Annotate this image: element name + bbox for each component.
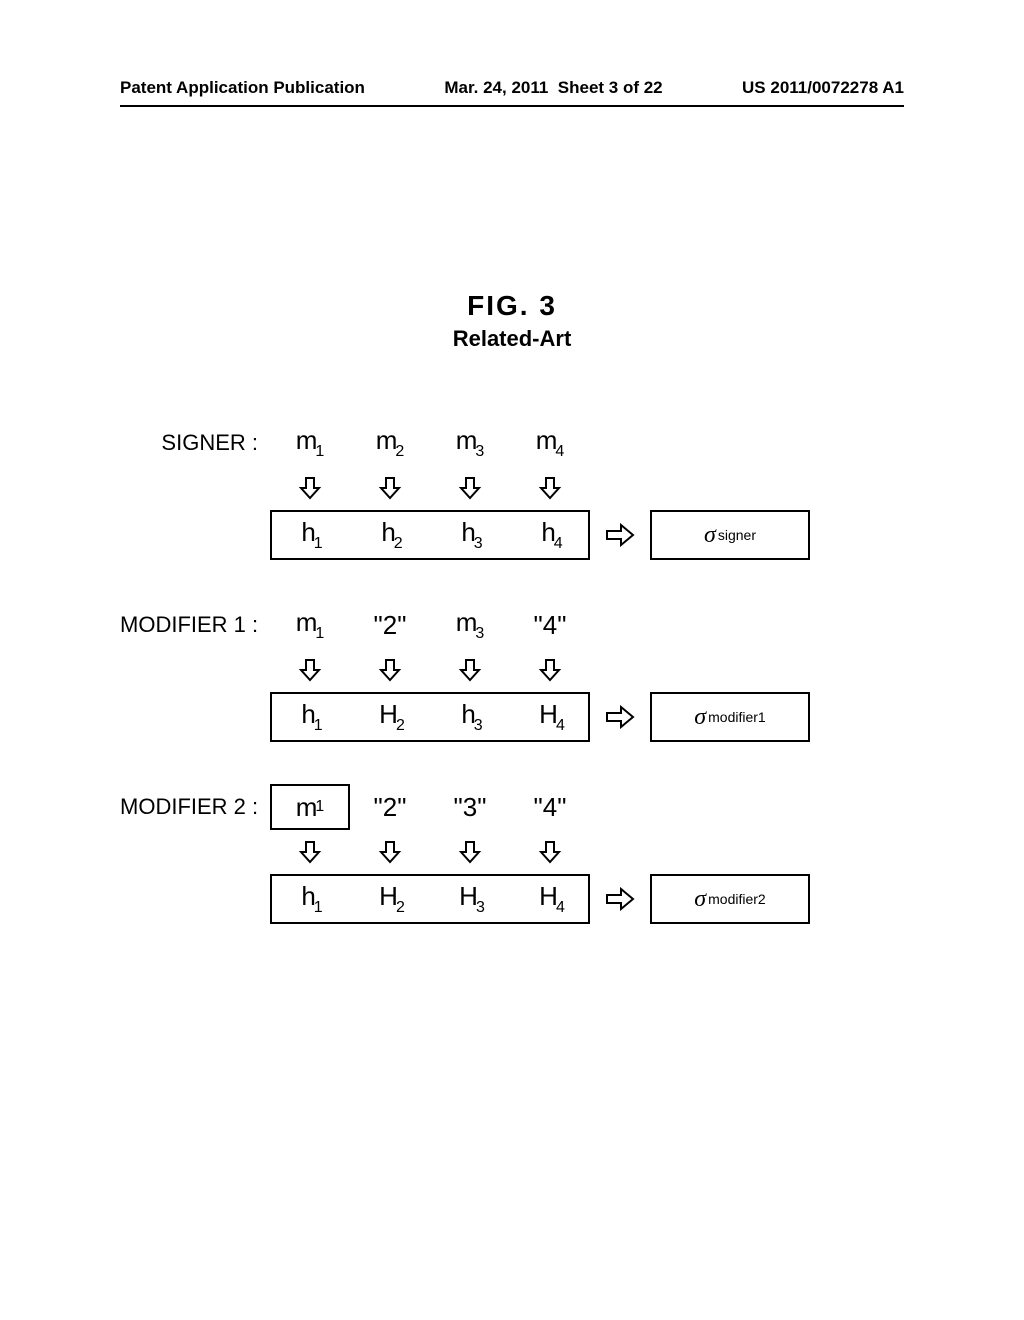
h3: h3: [432, 517, 512, 552]
arrow-down-icon: [430, 839, 510, 865]
sigma-mod1: σmodifier1: [650, 692, 810, 742]
arrow-down-icon: [510, 839, 590, 865]
header-left: Patent Application Publication: [120, 78, 365, 98]
mod1-m1: m1: [270, 607, 350, 642]
mod1-m3: m3: [430, 607, 510, 642]
arrow-right-icon: [590, 522, 650, 548]
header-center: Mar. 24, 2011 Sheet 3 of 22: [444, 78, 662, 98]
mod1-H4: H4: [512, 699, 592, 734]
arrow-right-icon: [590, 704, 650, 730]
mod2-q3: "3": [430, 792, 510, 823]
mod2-H2: H2: [352, 881, 432, 916]
signer-hash-row: h1 h2 h3 h4 σsigner: [120, 510, 910, 560]
sigma-mod2: σmodifier2: [650, 874, 810, 924]
m4: m4: [510, 425, 590, 460]
m1: m1: [270, 425, 350, 460]
arrow-down-icon: [510, 475, 590, 501]
signer-group: SIGNER : m1 m2 m3 m4 h1 h2 h3 h4 σsigner: [120, 420, 910, 560]
modifier2-group: MODIFIER 2 : m1 "2" "3" "4" h1 H2 H3 H4 …: [120, 784, 910, 924]
mod1-q4: "4": [510, 610, 590, 641]
m3: m3: [430, 425, 510, 460]
arrow-down-icon: [350, 475, 430, 501]
figure-subtitle: Related-Art: [0, 326, 1024, 352]
mod1-h1: h1: [272, 699, 352, 734]
figure-title-block: FIG. 3 Related-Art: [0, 290, 1024, 352]
header-right: US 2011/0072278 A1: [742, 78, 904, 98]
mod2-m-row: MODIFIER 2 : m1 "2" "3" "4": [120, 784, 910, 830]
arrow-down-icon: [270, 839, 350, 865]
mod2-label: MODIFIER 2 :: [120, 794, 270, 820]
mod1-h3: h3: [432, 699, 512, 734]
arrow-down-icon: [350, 839, 430, 865]
signer-arrows: [120, 470, 910, 506]
signer-label: SIGNER :: [120, 430, 270, 456]
mod1-label: MODIFIER 1 :: [120, 612, 270, 638]
mod1-q2: "2": [350, 610, 430, 641]
mod2-H3: H3: [432, 881, 512, 916]
h2: h2: [352, 517, 432, 552]
arrow-down-icon: [430, 657, 510, 683]
arrow-down-icon: [430, 475, 510, 501]
arrow-down-icon: [350, 657, 430, 683]
mod1-arrows: [120, 652, 910, 688]
arrow-down-icon: [270, 475, 350, 501]
mod1-hash-row: h1 H2 h3 H4 σmodifier1: [120, 692, 910, 742]
h1: h1: [272, 517, 352, 552]
mod2-q2: "2": [350, 792, 430, 823]
h4: h4: [512, 517, 592, 552]
signer-m-row: SIGNER : m1 m2 m3 m4: [120, 420, 910, 466]
header-rule: [120, 105, 904, 107]
mod2-hash-row: h1 H2 H3 H4 σmodifier2: [120, 874, 910, 924]
mod1-H2: H2: [352, 699, 432, 734]
signer-hash-box: h1 h2 h3 h4: [270, 510, 590, 560]
modifier1-group: MODIFIER 1 : m1 "2" m3 "4" h1 H2 h3 H4 σ…: [120, 602, 910, 742]
arrow-down-icon: [510, 657, 590, 683]
mod1-hash-box: h1 H2 h3 H4: [270, 692, 590, 742]
sigma-signer: σsigner: [650, 510, 810, 560]
mod1-m-row: MODIFIER 1 : m1 "2" m3 "4": [120, 602, 910, 648]
m2: m2: [350, 425, 430, 460]
mod2-arrows: [120, 834, 910, 870]
arrow-down-icon: [270, 657, 350, 683]
mod2-q4: "4": [510, 792, 590, 823]
mod2-hash-box: h1 H2 H3 H4: [270, 874, 590, 924]
page-header: Patent Application Publication Mar. 24, …: [0, 78, 1024, 98]
figure-number: FIG. 3: [0, 290, 1024, 322]
mod2-m1-box: m1: [270, 784, 350, 830]
mod2-H4: H4: [512, 881, 592, 916]
mod2-h1: h1: [272, 881, 352, 916]
diagram: SIGNER : m1 m2 m3 m4 h1 h2 h3 h4 σsigner: [120, 420, 910, 966]
arrow-right-icon: [590, 886, 650, 912]
